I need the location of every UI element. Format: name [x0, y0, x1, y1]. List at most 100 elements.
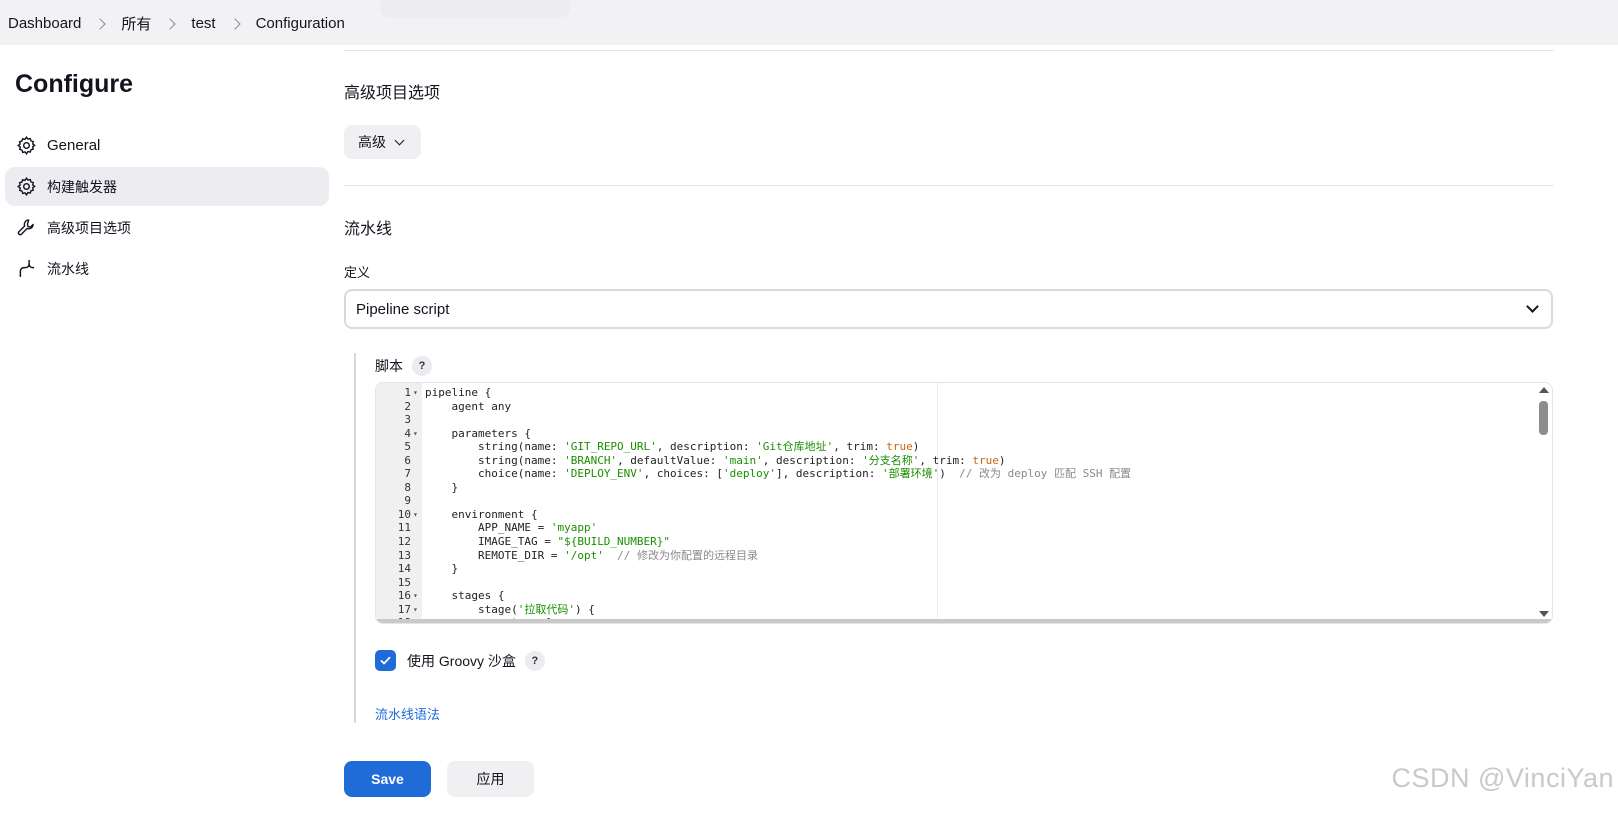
groovy-sandbox-checkbox[interactable]: [375, 650, 396, 671]
breadcrumb-configuration[interactable]: Configuration: [256, 15, 345, 32]
code-line: 14 }: [376, 562, 1536, 576]
breadcrumb: Dashboard 所有 test Configuration: [8, 13, 345, 34]
line-number: 13: [397, 548, 411, 562]
chevron-right-icon: [94, 17, 107, 30]
sidebar-item-general[interactable]: General: [5, 126, 329, 165]
advanced-section-title: 高级项目选项: [344, 85, 441, 102]
scroll-down-icon[interactable]: [1539, 611, 1549, 617]
line-number: 12: [397, 535, 411, 549]
code-line: 12 IMAGE_TAG = "${BUILD_NUMBER}": [376, 535, 1536, 549]
line-number: 8: [404, 480, 411, 494]
groovy-sandbox-row: 使用 Groovy 沙盒 ?: [375, 650, 545, 671]
sidebar-item-advanced[interactable]: 高级项目选项: [5, 208, 329, 247]
groovy-sandbox-label: 使用 Groovy 沙盒: [407, 652, 516, 669]
sidebar-item-label: 高级项目选项: [47, 219, 131, 236]
code-line: 6 string(name: 'BRANCH', defaultValue: '…: [376, 454, 1536, 468]
chevron-down-icon: [1526, 300, 1539, 313]
code-line: 3: [376, 413, 1536, 427]
definition-select[interactable]: Pipeline script: [344, 289, 1553, 329]
vertical-scrollbar[interactable]: [1536, 383, 1552, 623]
line-number: 9: [404, 494, 411, 508]
save-button[interactable]: Save: [344, 761, 431, 797]
breadcrumb-bar: Dashboard 所有 test Configuration: [0, 0, 1618, 45]
line-number: 4: [404, 426, 411, 440]
code-line: 8 }: [376, 481, 1536, 495]
advanced-button[interactable]: 高级: [344, 125, 421, 159]
code-text: }: [425, 480, 459, 494]
code-text: pipeline {: [425, 386, 492, 399]
sidebar-nav: General 构建触发器 高级项目选项 流水线: [5, 126, 329, 290]
line-number: 7: [404, 467, 411, 481]
nested-section-bar: [354, 353, 356, 723]
line-number: 2: [404, 399, 411, 413]
code-text: stages {: [425, 589, 505, 603]
code-text: environment {: [425, 507, 538, 521]
code-line: 7 choice(name: 'DEPLOY_ENV', choices: ['…: [376, 467, 1536, 481]
fold-toggle-icon[interactable]: ▾: [411, 589, 422, 603]
breadcrumb-dashboard[interactable]: Dashboard: [8, 15, 81, 32]
line-number: 17: [397, 602, 411, 616]
wrench-icon: [15, 217, 37, 239]
definition-label: 定义: [344, 265, 371, 280]
gear-icon: [15, 176, 37, 198]
scroll-up-icon[interactable]: [1539, 387, 1549, 393]
apply-button[interactable]: 应用: [447, 761, 534, 797]
horizontal-scrollbar[interactable]: [376, 619, 1552, 623]
fold-toggle-icon[interactable]: ▾: [411, 427, 422, 441]
script-editor[interactable]: 1 ▾ pipeline {2 agent any 3 4 ▾ parameters {5…: [375, 382, 1553, 624]
sidebar-item-label: 流水线: [47, 260, 89, 277]
code-text: }: [425, 562, 459, 576]
fold-toggle-icon[interactable]: ▾: [411, 603, 422, 617]
fold-toggle-icon[interactable]: ▾: [411, 508, 422, 522]
code-line: 15: [376, 576, 1536, 590]
code-line: 10 ▾ environment {: [376, 508, 1536, 522]
help-icon[interactable]: ?: [412, 356, 432, 376]
pipeline-syntax-link[interactable]: 流水线语法: [375, 704, 440, 723]
code-line: 4 ▾ parameters {: [376, 427, 1536, 441]
chevron-right-icon: [164, 17, 177, 30]
checkmark-icon: [380, 656, 391, 665]
watermark: CSDN @VinciYan: [1391, 763, 1614, 793]
header-fragment: [380, 0, 570, 18]
breadcrumb-test[interactable]: test: [191, 15, 215, 32]
code-line: 1 ▾ pipeline {: [376, 386, 1536, 400]
code-line: 16 ▾ stages {: [376, 589, 1536, 603]
code-text: agent any: [425, 399, 512, 413]
code-text: IMAGE_TAG = "${BUILD_NUMBER}": [425, 535, 671, 549]
code-line: 9: [376, 494, 1536, 508]
line-number: 16: [397, 589, 411, 603]
breadcrumb-all[interactable]: 所有: [121, 13, 151, 34]
sidebar-item-label: 构建触发器: [47, 178, 117, 195]
code-line: 11 APP_NAME = 'myapp': [376, 521, 1536, 535]
line-number: 10: [397, 507, 411, 521]
help-icon[interactable]: ?: [524, 650, 545, 671]
advanced-button-label: 高级: [358, 134, 386, 150]
scrollbar-thumb[interactable]: [1539, 401, 1548, 435]
code-text: REMOTE_DIR = '/opt' // 修改为你配置的远程目录: [425, 548, 758, 562]
code-line: 17 ▾ stage('拉取代码') {: [376, 603, 1536, 617]
code-line: 13 REMOTE_DIR = '/opt' // 修改为你配置的远程目录: [376, 549, 1536, 563]
sidebar-item-build-triggers[interactable]: 构建触发器: [5, 167, 329, 206]
chevron-right-icon: [228, 17, 241, 30]
fold-toggle-icon[interactable]: ▾: [411, 386, 422, 400]
definition-select-value: Pipeline script: [356, 300, 450, 318]
sidebar-item-pipeline[interactable]: 流水线: [5, 249, 329, 288]
line-number: 11: [397, 521, 411, 535]
line-number: 5: [404, 440, 411, 454]
code-text: string(name: 'GIT_REPO_URL', description…: [425, 440, 920, 454]
gear-icon: [15, 135, 37, 157]
section-divider: [344, 185, 1554, 186]
